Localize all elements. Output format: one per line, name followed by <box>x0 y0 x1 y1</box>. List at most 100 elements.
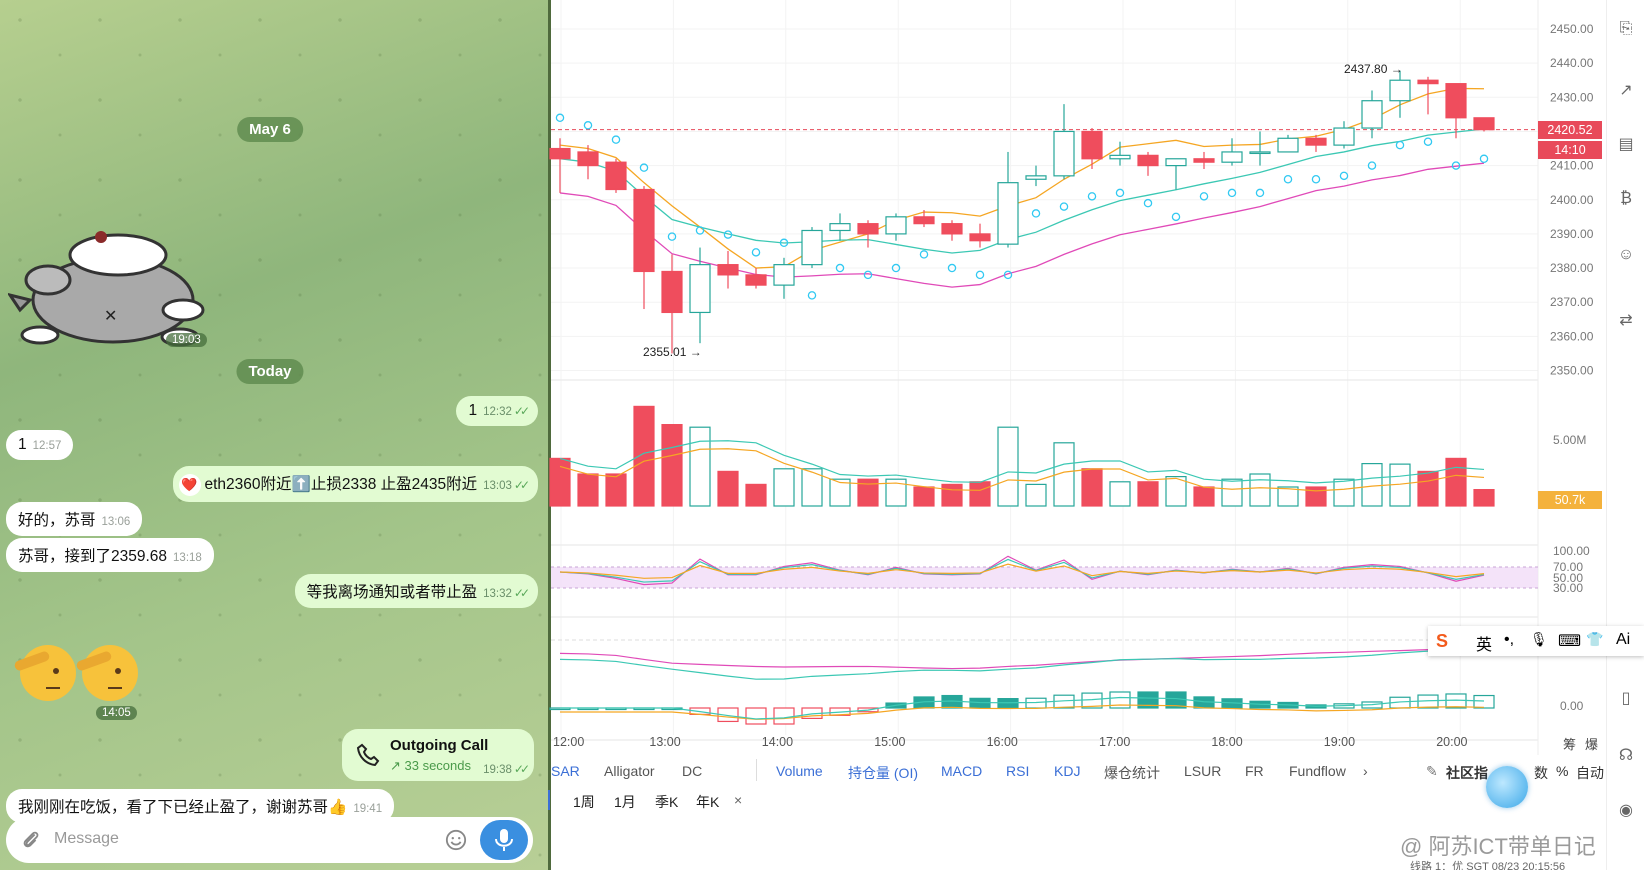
candle-body <box>997 182 1019 245</box>
period-selector: 1周 1月 季K 年K × <box>548 788 1151 814</box>
candle-body <box>689 264 711 314</box>
volume-bar <box>1445 457 1467 507</box>
time-tick-label: 14:00 <box>762 735 793 749</box>
time-tick-label: 19:00 <box>1324 735 1355 749</box>
sar-dot <box>1395 140 1405 150</box>
indicator-kdj[interactable]: KDJ <box>1054 763 1080 779</box>
price-tick-label: 2380.00 <box>1550 261 1594 275</box>
indicator-fr[interactable]: FR <box>1245 763 1264 779</box>
indicator-toolbar: SAR Alligator DC Volume 持仓量 (OI) MACD RS… <box>551 757 1606 787</box>
chip-label[interactable]: 筹 <box>1563 734 1576 753</box>
volume-bar <box>745 483 767 507</box>
indicator-dc[interactable]: DC <box>682 763 702 779</box>
floating-assistant-button[interactable] <box>1486 766 1528 808</box>
period-marker <box>548 790 550 810</box>
auto-scale-toggle[interactable]: 自动 <box>1576 763 1604 783</box>
ime-voice-icon[interactable]: 🎙 <box>1530 631 1548 648</box>
indicator-liquidation[interactable]: 爆仓统计 <box>1104 763 1160 783</box>
volume-bar <box>1473 489 1495 507</box>
price-tick-label: 2410.00 <box>1550 159 1594 173</box>
assistant-icon[interactable]: ◉ <box>1616 800 1636 820</box>
candle-body <box>605 161 627 191</box>
layout-icon[interactable]: ▯ <box>1616 688 1636 708</box>
macd-tick-label: 0.00 <box>1560 699 1584 713</box>
community-indicators[interactable]: 社区指 <box>1446 763 1488 783</box>
sar-dot <box>1031 209 1041 218</box>
ime-keyboard-icon[interactable]: ⌨ <box>1558 631 1581 651</box>
price-tick-label: 2440.00 <box>1550 56 1594 70</box>
sar-dot <box>1311 175 1321 184</box>
volume-bar <box>549 457 571 507</box>
time-tick-label: 15:00 <box>874 735 905 749</box>
period-year[interactable]: 年K <box>696 792 719 812</box>
close-period-bar-icon[interactable]: × <box>734 792 742 808</box>
sar-dot <box>1171 212 1181 222</box>
scale-mode-label[interactable]: 数 <box>1534 763 1548 783</box>
indicator-macd[interactable]: MACD <box>941 763 982 779</box>
candle-body <box>549 147 571 160</box>
ime-skin-icon[interactable]: 👕 <box>1586 631 1603 648</box>
indicator-sar[interactable]: SAR <box>551 763 580 779</box>
volume-bar <box>577 473 599 507</box>
volume-tick-label: 5.00M <box>1553 433 1586 447</box>
indicator-oi[interactable]: 持仓量 (OI) <box>848 763 918 783</box>
period-quarter[interactable]: 季K <box>655 792 678 812</box>
candle-body <box>1333 127 1355 146</box>
right-toolbar: ⎘ ↗ ▤ ₿ ☺ ⇄ ▯ ☊ ◉ <box>1606 0 1644 870</box>
indicator-rsi[interactable]: RSI <box>1006 763 1029 779</box>
indicator-volume[interactable]: Volume <box>776 763 823 779</box>
ime-lang-toggle[interactable]: 英 <box>1476 631 1492 655</box>
rsi-tick-label: 30.00 <box>1553 581 1583 595</box>
btc-icon[interactable]: ₿ <box>1616 190 1636 210</box>
sar-dot <box>751 248 761 257</box>
sogou-logo-icon[interactable]: S <box>1436 631 1448 652</box>
volume-bar <box>689 426 711 507</box>
candle-body <box>1305 137 1327 146</box>
low-price-label: 2355.01 → <box>643 345 702 359</box>
candle-body <box>773 264 795 286</box>
candle-body <box>1277 137 1299 153</box>
watermark: @ 阿苏ICT带单日记 <box>1400 834 1596 859</box>
volume-bar <box>1361 463 1383 507</box>
chart-panel-icon[interactable]: ▤ <box>1616 134 1636 154</box>
candle-body <box>1417 79 1439 85</box>
indicator-fundflow[interactable]: Fundflow <box>1289 763 1346 779</box>
macd-bar <box>1473 694 1495 709</box>
candle-body <box>1165 158 1187 167</box>
volume-bar <box>1333 478 1355 507</box>
candle-body <box>969 233 991 242</box>
indicator-lsur[interactable]: LSUR <box>1184 763 1221 779</box>
sar-dot <box>1087 192 1097 201</box>
dollar-doc-icon[interactable]: ⎘ <box>1616 20 1636 40</box>
time-tick-label: 20:00 <box>1436 735 1467 749</box>
current-price-tag: 2420.52 <box>1538 121 1602 139</box>
candle-body <box>801 229 823 266</box>
ime-ai-icon[interactable]: Ai <box>1616 631 1630 649</box>
price-tick-label: 2430.00 <box>1550 90 1594 104</box>
edit-icon[interactable]: ✎ <box>1426 763 1438 780</box>
trend-icon[interactable]: ↗ <box>1616 80 1636 100</box>
robot-icon[interactable]: ☺ <box>1616 246 1636 266</box>
exchange-icon[interactable]: ⇄ <box>1616 310 1636 330</box>
oi-line <box>559 648 1485 670</box>
indicator-alligator[interactable]: Alligator <box>604 763 655 779</box>
burst-label[interactable]: 爆 <box>1585 734 1598 753</box>
more-chevron-icon[interactable]: › <box>1363 763 1368 779</box>
candle-body <box>717 264 739 276</box>
price-chart[interactable]: 2450.002440.002430.002420.002410.002400.… <box>0 0 1644 870</box>
candle-countdown: 14:10 <box>1538 141 1602 159</box>
percent-toggle[interactable]: % <box>1556 763 1568 779</box>
sar-dot <box>583 121 593 130</box>
period-1m[interactable]: 1月 <box>614 792 636 812</box>
high-price-label: 2437.80 → <box>1344 62 1403 76</box>
sar-dot <box>555 113 565 123</box>
headset-icon[interactable]: ☊ <box>1616 745 1636 765</box>
volume-bar <box>913 486 935 507</box>
sar-dot <box>919 250 929 259</box>
ma-upper-line <box>559 87 1485 269</box>
sar-dot <box>1423 137 1433 146</box>
period-1w[interactable]: 1周 <box>573 792 595 812</box>
time-tick-label: 17:00 <box>1099 735 1130 749</box>
price-tick-label: 2370.00 <box>1550 295 1594 309</box>
ime-punct-icon[interactable]: •, <box>1504 631 1514 649</box>
